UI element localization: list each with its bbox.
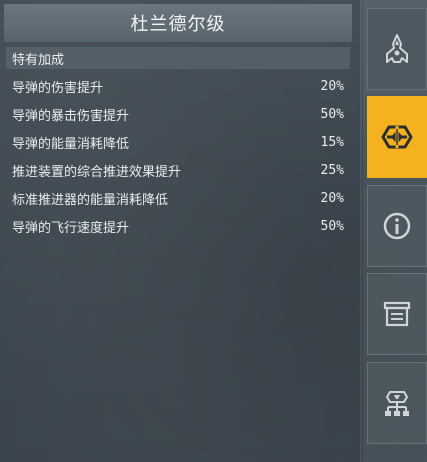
bonus-value: 20% xyxy=(320,190,344,206)
bonus-row: 导弹的暴击伤害提升 50% xyxy=(12,100,344,128)
bonus-value: 15% xyxy=(320,134,344,150)
faction-emblem-icon xyxy=(381,125,413,149)
ship-title-bar: 杜兰德尔级 xyxy=(4,4,352,43)
info-icon xyxy=(383,212,411,240)
bonus-row: 推进装置的综合推进效果提升 25% xyxy=(12,156,344,184)
section-header: 特有加成 xyxy=(6,47,350,69)
ship-title: 杜兰德尔级 xyxy=(130,14,226,35)
bonus-row: 导弹的伤害提升 20% xyxy=(12,72,344,100)
bonus-label: 导弹的能量消耗降低 xyxy=(12,136,130,152)
archive-box-icon xyxy=(383,301,411,327)
bonus-label: 导弹的暴击伤害提升 xyxy=(12,108,130,124)
tab-info[interactable] xyxy=(367,185,427,267)
tab-ship[interactable] xyxy=(367,8,427,90)
bonus-value: 25% xyxy=(320,162,344,178)
bonus-label: 标准推进器的能量消耗降低 xyxy=(12,192,169,208)
bonus-row: 导弹的飞行速度提升 50% xyxy=(12,212,344,240)
bonus-value: 50% xyxy=(320,218,344,234)
bonus-row: 标准推进器的能量消耗降低 20% xyxy=(12,184,344,212)
tab-faction-bonus[interactable] xyxy=(367,96,427,178)
bonus-value: 50% xyxy=(320,106,344,122)
divider xyxy=(362,0,363,462)
bonus-label: 推进装置的综合推进效果提升 xyxy=(12,164,182,180)
bonus-value: 20% xyxy=(320,78,344,94)
tab-tech-tree[interactable] xyxy=(367,362,427,444)
bonus-panel: 杜兰德尔级 特有加成 导弹的伤害提升 20% 导弹的暴击伤害提升 50% 导弹的能量… xyxy=(0,0,360,462)
bonus-label: 导弹的飞行速度提升 xyxy=(12,220,130,236)
bonus-label: 导弹的伤害提升 xyxy=(12,80,104,96)
tech-tree-icon xyxy=(385,391,409,416)
ship-icon xyxy=(386,34,408,63)
bonus-row: 导弹的能量消耗降低 15% xyxy=(12,128,344,156)
bonus-list: 导弹的伤害提升 20% 导弹的暴击伤害提升 50% 导弹的能量消耗降低 15% 推进装… xyxy=(12,72,344,240)
tab-archive[interactable] xyxy=(367,273,427,355)
